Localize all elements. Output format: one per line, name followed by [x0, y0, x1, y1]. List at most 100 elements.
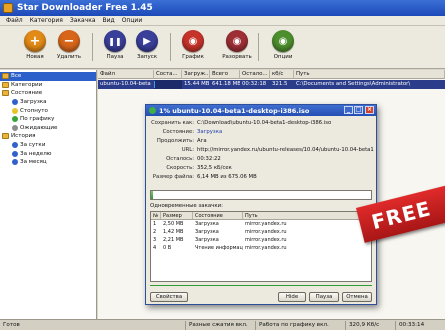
tree-item-waiting[interactable]: Ожидающие	[0, 124, 96, 133]
tree-item-stopped[interactable]: Стопнуто	[0, 106, 96, 115]
column-downloaded[interactable]: Загруж...	[182, 70, 210, 79]
close-icon[interactable]: ×	[365, 106, 374, 114]
disconnect-button[interactable]: ◉ Разорвать	[220, 30, 254, 66]
pause-button[interactable]: ❚❚ Пауза	[98, 30, 132, 66]
dialog-title-bar[interactable]: 1% ubuntu-10.04-beta1-desktop-i386.iso _…	[146, 105, 376, 116]
col-number[interactable]: №	[151, 212, 161, 219]
tree-item-label: По графику	[20, 116, 55, 123]
conn-path: mirror.yandex.ru	[245, 237, 287, 243]
state-value: Загрузка	[197, 129, 223, 135]
column-remaining[interactable]: Остало...	[240, 70, 270, 79]
play-icon: ▶	[136, 30, 158, 52]
cancel-button[interactable]: Отмена	[342, 292, 372, 302]
disconnect-label: Разорвать	[222, 54, 252, 60]
delete-button[interactable]: − Удалить	[52, 30, 86, 66]
tree-item-scheduled[interactable]: По графику	[0, 115, 96, 124]
connections-table: № Размер Состояние Путь 1 2,50 MB Загруз…	[150, 211, 372, 282]
connection-row[interactable]: 2 1,42 MB Загрузка mirror.yandex.ru	[151, 228, 371, 236]
conn-size: 2,50 MB	[163, 221, 184, 227]
tree-item-label: Категории	[11, 81, 43, 88]
col-path[interactable]: Путь	[243, 212, 371, 219]
tree-item-downloading[interactable]: Загрузка	[0, 98, 96, 107]
menu-category[interactable]: Категория	[30, 17, 63, 24]
delete-label: Удалить	[56, 54, 82, 60]
path-value: C:\Documents and Settings\Administrator\	[296, 81, 411, 87]
divider	[150, 285, 372, 286]
tree-item-label: Загрузка	[20, 99, 47, 106]
download-row[interactable]: ubuntu-10.04-beta 15.44 MB 641.18 MB 00:…	[98, 80, 445, 89]
connections-label: Одновременные закачки:	[150, 203, 223, 209]
url-line: URL: http://mirror.yandex.ru/ubuntu-relea…	[150, 147, 374, 153]
tree-item-state[interactable]: Состояние	[0, 89, 96, 98]
speed-key: Скорость:	[166, 165, 194, 171]
start-label: Запуск	[136, 54, 158, 60]
col-state[interactable]: Состояние	[193, 212, 243, 219]
tree-item-history[interactable]: История	[0, 132, 96, 141]
minimize-icon[interactable]: _	[344, 106, 353, 114]
options-button[interactable]: ◉ Опции	[266, 30, 300, 66]
tree-item-label: Все	[11, 73, 22, 80]
schedule-button[interactable]: ◉ График	[176, 30, 210, 66]
pause-dialog-button[interactable]: Пауза	[309, 292, 339, 302]
status-time: 00:33:14	[395, 320, 443, 330]
url-key: URL:	[181, 147, 194, 153]
tree-item-week[interactable]: За неделю	[0, 149, 96, 158]
size-line: Размер файла: 6,14 MB из 675.06 MB	[150, 174, 257, 180]
conn-size: 1,42 MB	[163, 229, 184, 235]
tree-item-day[interactable]: За сутки	[0, 141, 96, 150]
menu-download[interactable]: Закачка	[70, 17, 96, 24]
menu-options[interactable]: Опции	[122, 17, 143, 24]
new-button[interactable]: + Новая	[18, 30, 52, 66]
tree-item-label: Стопнуто	[20, 107, 48, 114]
status-speed: 320,9 Кб/с	[345, 320, 395, 330]
column-total[interactable]: Всего	[210, 70, 240, 79]
pause-icon: ❚❚	[104, 30, 126, 52]
status-mode: Разные сжатия вкл.	[185, 320, 255, 330]
column-file[interactable]: Файл	[98, 70, 154, 79]
tree-item-categories[interactable]: Категории	[0, 81, 96, 90]
left-key: Осталось:	[166, 156, 194, 162]
options-label: Опции	[273, 54, 293, 60]
tree-item-month[interactable]: За месяц	[0, 158, 96, 167]
resume-value: Ага	[197, 138, 207, 144]
conn-size: 0 B	[163, 245, 172, 251]
tree-item-all[interactable]: Все	[0, 72, 96, 81]
category-tree: Все Категории Состояние Загрузка Стопнут…	[0, 70, 97, 319]
state-line: Состояние: Загрузка	[150, 129, 223, 135]
speed-value: 352,5 кБ/сек	[197, 165, 232, 171]
start-button[interactable]: ▶ Запуск	[130, 30, 164, 66]
column-state[interactable]: Соста...	[154, 70, 182, 79]
toolbar-separator	[170, 33, 171, 61]
history-icon	[12, 150, 18, 157]
hide-button[interactable]: Hide	[278, 292, 306, 302]
tree-item-label: Ожидающие	[20, 124, 58, 131]
toolbar-separator	[92, 33, 93, 61]
tree-item-label: За сутки	[20, 142, 46, 149]
new-label: Новая	[26, 54, 44, 60]
saved-as-value: C:\Download\ubuntu-10.04-beta1-desktop-i…	[197, 120, 332, 126]
time-remaining: 00:32:18	[242, 81, 267, 87]
col-size[interactable]: Размер	[161, 212, 193, 219]
title-bar[interactable]: Star Downloader Free 1.45	[0, 0, 445, 16]
connection-row[interactable]: 1 2,50 MB Загрузка mirror.yandex.ru	[151, 220, 371, 228]
column-headers: Файл Соста... Загруж... Всего Остало... …	[98, 70, 445, 79]
conn-number: 4	[153, 245, 157, 251]
dialog-progress-bar	[150, 190, 372, 200]
file-name: ubuntu-10.04-beta	[100, 81, 151, 87]
column-speed[interactable]: кб/с	[270, 70, 294, 79]
left-value: 00:32:22	[197, 156, 221, 162]
conn-state: Загрузка	[195, 221, 219, 227]
column-path[interactable]: Путь	[294, 70, 445, 79]
schedule-label: График	[182, 54, 204, 60]
menu-file[interactable]: Файл	[6, 17, 23, 24]
properties-button[interactable]: Свойства	[150, 292, 188, 302]
menu-view[interactable]: Вид	[103, 17, 115, 24]
status-ready: Готов	[3, 321, 20, 328]
left-line: Осталось: 00:32:22	[150, 156, 221, 162]
maximize-icon[interactable]: □	[354, 106, 363, 114]
connection-row[interactable]: 3 2,21 MB Загрузка mirror.yandex.ru	[151, 236, 371, 244]
speed-value: 321.5	[272, 81, 288, 87]
connection-row[interactable]: 4 0 B Чтение информации mirror.yandex.ru	[151, 244, 371, 252]
disconnect-icon: ◉	[226, 30, 248, 52]
history-icon	[12, 159, 18, 166]
